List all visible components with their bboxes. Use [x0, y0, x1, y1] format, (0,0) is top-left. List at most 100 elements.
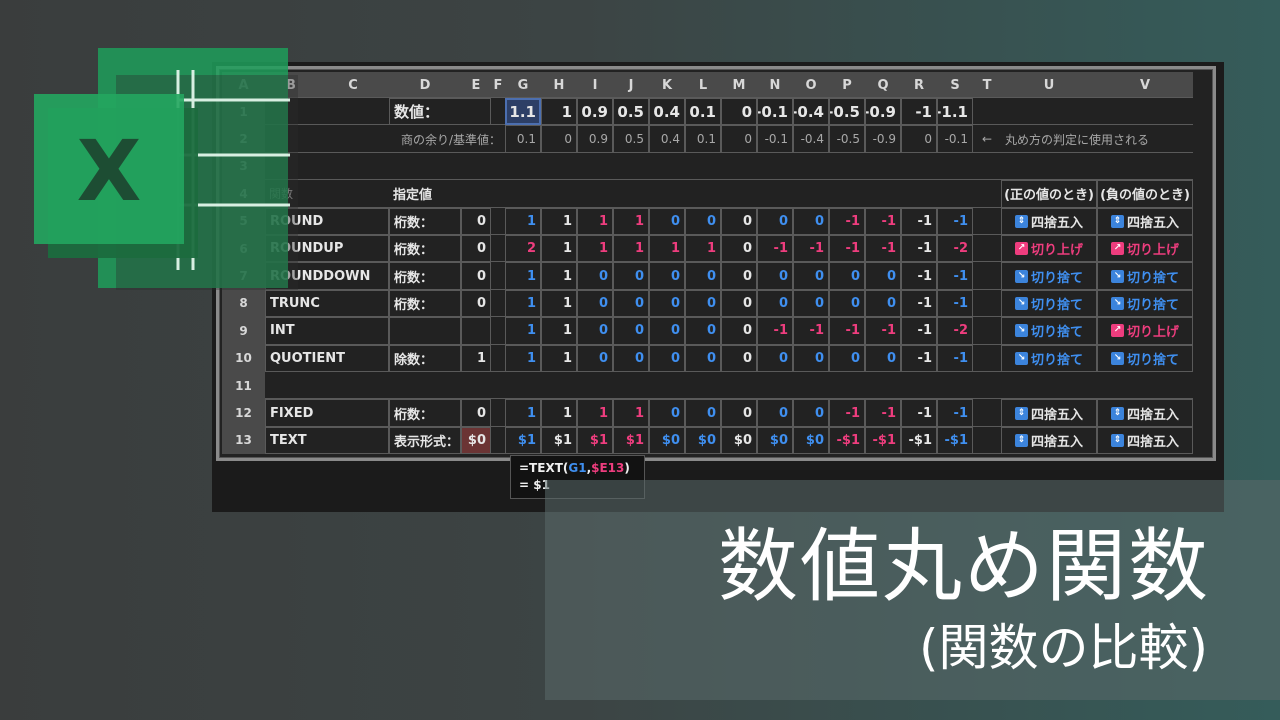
cell-G9[interactable]: 1	[505, 317, 541, 345]
arg-label[interactable]: 表示形式：	[389, 426, 461, 455]
cell-I10[interactable]: 0	[577, 344, 613, 372]
cell-P6[interactable]: -1	[829, 235, 865, 263]
function-name-quotient[interactable]: QUOTIENT	[265, 344, 389, 372]
cell-J7[interactable]: 0	[613, 262, 649, 290]
cell-O9[interactable]: -1	[793, 317, 829, 345]
cell-J8[interactable]: 0	[613, 289, 649, 318]
cell-O8[interactable]: 0	[793, 289, 829, 318]
arg-value[interactable]: 0	[461, 289, 491, 318]
cell-I2[interactable]: 0.9	[577, 125, 613, 153]
cell-R5[interactable]: -1	[901, 207, 937, 235]
row2-note[interactable]: 丸め方の判定に使用される	[1001, 125, 1193, 152]
function-name-fixed[interactable]: FIXED	[265, 399, 389, 427]
cell-S1[interactable]: -1.1	[937, 98, 973, 126]
cell-Q10[interactable]: 0	[865, 344, 901, 372]
cell-R8[interactable]: -1	[901, 289, 937, 318]
cell-N13[interactable]: $0	[757, 426, 793, 455]
cell-S12[interactable]: -1	[937, 399, 973, 427]
cell-K12[interactable]: 0	[649, 399, 685, 427]
arg-value[interactable]	[461, 317, 491, 345]
cell-S10[interactable]: -1	[937, 344, 973, 372]
positive-header[interactable]: (正の値のとき)	[1001, 180, 1097, 208]
cell-R7[interactable]: -1	[901, 262, 937, 290]
cell-G1[interactable]: 1.1	[505, 98, 541, 126]
cell-I1[interactable]: 0.9	[577, 98, 613, 126]
cell-G8[interactable]: 1	[505, 289, 541, 318]
cell-N6[interactable]: -1	[757, 235, 793, 263]
cell-P8[interactable]: 0	[829, 289, 865, 318]
cell-N9[interactable]: -1	[757, 317, 793, 345]
cell-Q9[interactable]: -1	[865, 317, 901, 345]
cell-M7[interactable]: 0	[721, 262, 757, 290]
cell-N8[interactable]: 0	[757, 289, 793, 318]
cell-R9[interactable]: -1	[901, 317, 937, 345]
arg-value[interactable]: 0	[461, 207, 491, 235]
cell-I8[interactable]: 0	[577, 289, 613, 318]
arg-value[interactable]: $0	[461, 426, 491, 455]
cell-P7[interactable]: 0	[829, 262, 865, 290]
cell-P9[interactable]: -1	[829, 317, 865, 345]
cell-P10[interactable]: 0	[829, 344, 865, 372]
cell-G12[interactable]: 1	[505, 399, 541, 427]
cell-O6[interactable]: -1	[793, 235, 829, 263]
spec-header[interactable]: 指定値	[389, 180, 491, 207]
cell-G13[interactable]: $1	[505, 426, 541, 455]
cell-S6[interactable]: -2	[937, 235, 973, 263]
cell-O7[interactable]: 0	[793, 262, 829, 290]
cell-L5[interactable]: 0	[685, 207, 721, 235]
cell-R6[interactable]: -1	[901, 235, 937, 263]
cell-H13[interactable]: $1	[541, 426, 577, 455]
cell-M2[interactable]: 0	[721, 125, 757, 153]
method-neg[interactable]: ↘ 切り捨て	[1097, 289, 1193, 318]
negative-header[interactable]: (負の値のとき)	[1097, 180, 1193, 208]
cell-O10[interactable]: 0	[793, 344, 829, 372]
arg-label[interactable]: 桁数：	[389, 235, 461, 263]
cell-N5[interactable]: 0	[757, 207, 793, 235]
method-neg[interactable]: ↗ 切り上げ	[1097, 235, 1193, 263]
cell-R2[interactable]: 0	[901, 125, 937, 153]
method-neg[interactable]: ↘ 切り捨て	[1097, 344, 1193, 372]
cell-H9[interactable]: 1	[541, 317, 577, 345]
arg-label[interactable]: 桁数：	[389, 262, 461, 290]
cell-J13[interactable]: $1	[613, 426, 649, 455]
arg-value[interactable]: 0	[461, 262, 491, 290]
cell-Q2[interactable]: -0.9	[865, 125, 901, 153]
cell-H6[interactable]: 1	[541, 235, 577, 263]
cell-J6[interactable]: 1	[613, 235, 649, 263]
cell-I7[interactable]: 0	[577, 262, 613, 290]
cell-L6[interactable]: 1	[685, 235, 721, 263]
cell-G2[interactable]: 0.1	[505, 125, 541, 153]
cell-J5[interactable]: 1	[613, 207, 649, 235]
method-pos[interactable]: ↘ 切り捨て	[1001, 317, 1097, 345]
cell-K13[interactable]: $0	[649, 426, 685, 455]
function-name-int[interactable]: INT	[265, 317, 389, 345]
cell-J9[interactable]: 0	[613, 317, 649, 345]
cell-N2[interactable]: -0.1	[757, 125, 793, 153]
cell-M5[interactable]: 0	[721, 207, 757, 235]
cell-L8[interactable]: 0	[685, 289, 721, 318]
cell-I9[interactable]: 0	[577, 317, 613, 345]
cell-L12[interactable]: 0	[685, 399, 721, 427]
method-pos[interactable]: ↘ 切り捨て	[1001, 262, 1097, 290]
cell-R12[interactable]: -1	[901, 399, 937, 427]
cell-M10[interactable]: 0	[721, 344, 757, 372]
cell-N7[interactable]: 0	[757, 262, 793, 290]
cell-J1[interactable]: 0.5	[613, 98, 649, 126]
method-pos[interactable]: ⇕ 四捨五入	[1001, 207, 1097, 235]
cell-R13[interactable]: -$1	[901, 426, 937, 455]
cell-M6[interactable]: 0	[721, 235, 757, 263]
function-name-text[interactable]: TEXT	[265, 426, 389, 455]
cell-K7[interactable]: 0	[649, 262, 685, 290]
method-neg[interactable]: ⇕ 四捨五入	[1097, 399, 1193, 427]
cell-I5[interactable]: 1	[577, 207, 613, 235]
cell-L10[interactable]: 0	[685, 344, 721, 372]
cell-K8[interactable]: 0	[649, 289, 685, 318]
cell-N1[interactable]: -0.1	[757, 98, 793, 126]
cell-R1[interactable]: -1	[901, 98, 937, 126]
arg-value[interactable]: 0	[461, 235, 491, 263]
cell-P2[interactable]: -0.5	[829, 125, 865, 153]
cell-Q8[interactable]: 0	[865, 289, 901, 318]
cell-G6[interactable]: 2	[505, 235, 541, 263]
cell-G10[interactable]: 1	[505, 344, 541, 372]
method-neg[interactable]: ↗ 切り上げ	[1097, 317, 1193, 345]
